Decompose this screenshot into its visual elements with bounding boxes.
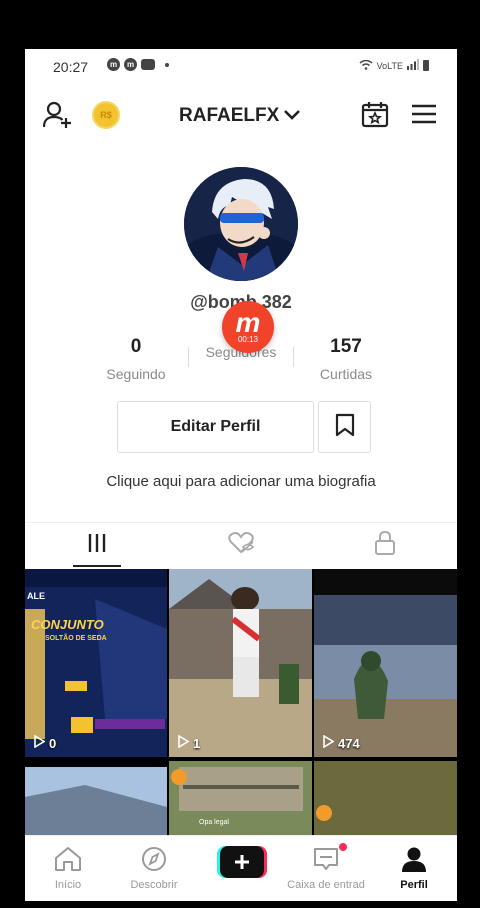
status-time: 20:27	[53, 59, 89, 75]
play-icon	[322, 734, 335, 751]
play-icon	[33, 734, 46, 751]
notification-dot	[339, 843, 347, 851]
stat-following[interactable]: 0 Seguindo	[91, 336, 181, 382]
menu-icon[interactable]	[411, 103, 437, 130]
wifi-icon	[359, 59, 373, 72]
home-icon	[53, 847, 83, 876]
profile-avatar[interactable]	[184, 167, 298, 281]
edit-profile-button[interactable]: Editar Perfil	[117, 401, 314, 453]
nav-profile[interactable]: Perfil	[371, 846, 457, 891]
nav-label: Descobrir	[130, 879, 178, 891]
add-bio-link[interactable]: Clique aqui para adicionar uma biografia	[25, 473, 457, 490]
video-overlay-badge: ALE	[27, 591, 45, 601]
heart-hidden-icon	[228, 531, 255, 559]
mobizen-icon: m	[107, 58, 120, 71]
mobizen-icon: m	[124, 58, 137, 71]
nav-home[interactable]: Início	[25, 846, 111, 891]
stat-likes[interactable]: 157 Curtidas	[301, 336, 391, 382]
tab-private[interactable]	[313, 523, 457, 567]
status-notification-icons: m m	[107, 58, 169, 71]
video-thumbnail[interactable]: 1	[169, 569, 312, 757]
profile-icon	[401, 847, 427, 876]
video-overlay-subtitle: SOLTÃO DE SEDA	[45, 635, 107, 642]
inbox-icon	[311, 843, 347, 877]
create-video-button[interactable]	[217, 846, 267, 878]
stat-label: Curtidas	[319, 366, 373, 382]
status-bar: 20:27 m m VoLTE	[25, 49, 457, 85]
coin-icon[interactable]: R$	[92, 101, 120, 129]
add-user-icon[interactable]	[42, 101, 73, 134]
view-count-value: 1	[193, 735, 201, 751]
nav-label: Caixa de entrad	[287, 879, 365, 891]
play-icon	[177, 734, 190, 751]
app-screen: 20:27 m m VoLTE R$ RAFAELFX @bomb 382 0 …	[25, 49, 457, 901]
grid-icon	[87, 533, 107, 558]
favorites-button[interactable]	[318, 401, 371, 453]
profile-header: R$ RAFAELFX	[25, 95, 457, 135]
view-count-value: 474	[338, 735, 360, 751]
battery-icon	[423, 60, 429, 71]
recorder-logo: m	[235, 307, 261, 338]
view-count: 474	[322, 734, 360, 751]
stat-value: 157	[330, 336, 362, 357]
stat-divider	[188, 347, 189, 367]
username-title[interactable]: RAFAELFX	[179, 105, 279, 127]
tab-videos[interactable]	[25, 523, 169, 567]
view-count: 1	[177, 734, 201, 751]
video-thumbnail[interactable]: Opa legal	[169, 761, 312, 835]
nav-label: Início	[54, 879, 82, 891]
video-overlay-title: CONJUNTO	[31, 617, 104, 632]
video-caption: Opa legal	[199, 819, 229, 826]
more-notifications-dot	[165, 62, 169, 67]
youtube-icon	[141, 59, 155, 70]
video-grid: ALE CONJUNTO SOLTÃO DE SEDA 0 1 474 Opa …	[25, 569, 457, 835]
signal-icon	[407, 59, 419, 72]
nav-inbox[interactable]: Caixa de entrad	[283, 843, 369, 891]
video-thumbnail[interactable]: 474	[314, 569, 457, 757]
video-thumbnail[interactable]	[25, 767, 167, 835]
bottom-nav: Início Descobrir Caixa de entrad Perfil	[25, 835, 457, 901]
recorder-timer: 00:13	[237, 335, 259, 344]
stat-value: 0	[130, 336, 142, 357]
stat-divider	[293, 347, 294, 367]
video-thumbnail[interactable]: ALE CONJUNTO SOLTÃO DE SEDA 0	[25, 569, 167, 757]
tab-liked[interactable]	[169, 523, 313, 567]
screen-recorder-overlay[interactable]: m 00:13	[222, 301, 274, 353]
profile-tabs	[25, 522, 457, 567]
calendar-icon[interactable]	[361, 100, 389, 133]
stat-label: Seguindo	[106, 366, 166, 382]
view-count: 0	[33, 734, 57, 751]
video-thumbnail[interactable]	[314, 761, 457, 835]
compass-icon	[140, 847, 168, 876]
lock-icon	[374, 530, 396, 560]
view-count-value: 0	[49, 735, 57, 751]
nav-discover[interactable]: Descobrir	[111, 846, 197, 891]
active-tab-indicator	[73, 565, 121, 567]
nav-label: Perfil	[400, 879, 428, 891]
chevron-down-icon[interactable]	[283, 108, 301, 126]
bookmark-icon	[335, 413, 355, 442]
network-label: VoLTE	[376, 60, 403, 71]
status-system-icons: VoLTE	[359, 59, 429, 72]
